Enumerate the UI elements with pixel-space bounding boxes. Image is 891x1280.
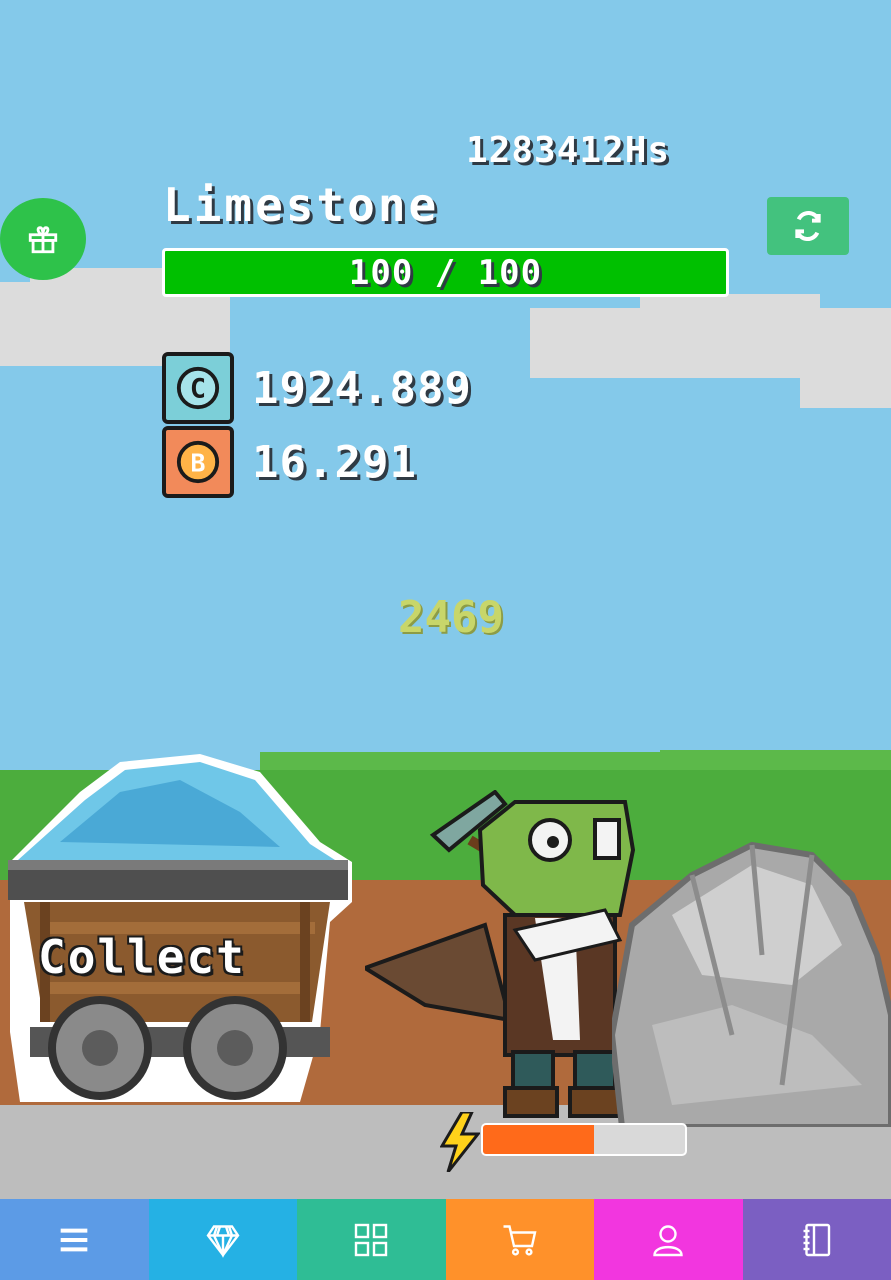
notebook-icon [803, 1223, 830, 1256]
bitcoin-icon: B [176, 440, 220, 484]
damage-popup-number: 2469 [398, 592, 504, 643]
nav-gems[interactable] [148, 1199, 297, 1280]
cart-icon [503, 1224, 537, 1256]
energy-bar [481, 1123, 687, 1156]
bottom-nav [0, 1199, 891, 1280]
coin-balance: 1924.889 [252, 362, 472, 414]
miner-character [365, 790, 636, 1118]
limestone-rock[interactable] [612, 835, 891, 1127]
nav-menu[interactable] [0, 1199, 149, 1280]
refresh-icon [795, 211, 821, 241]
coin-icon-box: C [162, 352, 234, 424]
lightning-icon [440, 1112, 480, 1172]
coin-balance-row: C 1924.889 [162, 352, 472, 424]
energy-bar-fill [483, 1125, 595, 1154]
bitcoin-balance: 16.291 [252, 436, 417, 488]
bitcoin-icon-box: B [162, 426, 234, 498]
collect-label[interactable]: Collect [38, 930, 246, 984]
cloud-right-top [640, 294, 820, 324]
hashrate-label: 1283412Hs [466, 130, 671, 171]
coin-c-icon: C [176, 366, 220, 410]
svg-text:C: C [190, 374, 206, 405]
bitcoin-balance-row: B 16.291 [162, 426, 417, 498]
nav-notebook[interactable] [742, 1199, 891, 1280]
nav-profile[interactable] [594, 1199, 743, 1280]
gift-icon [28, 226, 58, 254]
diamond-icon [206, 1224, 240, 1258]
menu-icon [60, 1228, 88, 1251]
refresh-button[interactable] [767, 197, 849, 255]
svg-text:B: B [191, 449, 206, 478]
grid-icon [355, 1223, 388, 1256]
profile-icon [653, 1224, 683, 1256]
ore-health-text: 100 / 100 [348, 252, 543, 293]
ore-health-bar: 100 / 100 [162, 248, 729, 297]
mine-cart[interactable] [0, 752, 358, 1104]
nav-shop[interactable] [445, 1199, 594, 1280]
ore-name: Limestone [163, 178, 440, 232]
cloud-right-bottom [800, 370, 891, 408]
gift-button[interactable] [0, 198, 86, 280]
nav-grid[interactable] [297, 1199, 446, 1280]
